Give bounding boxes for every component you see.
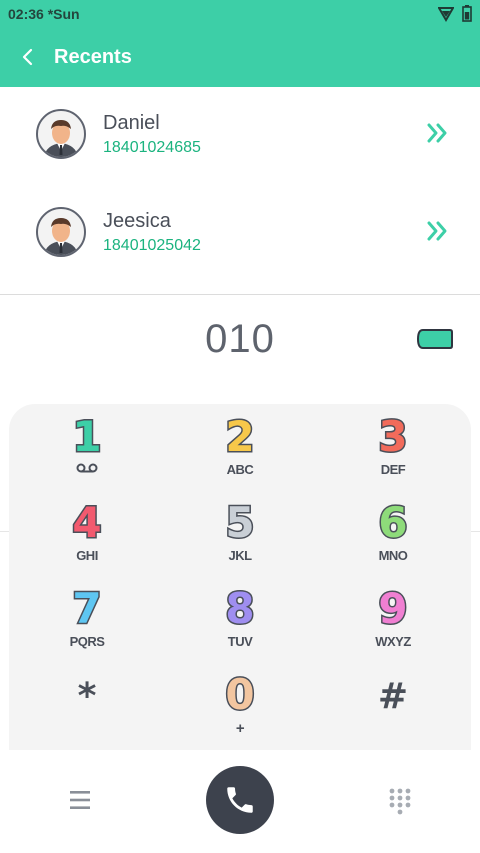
wifi-icon [438, 6, 454, 22]
key-digit: 5 [224, 498, 256, 547]
recents-list: Daniel 18401024685 Jeesica 18401025042 [0, 87, 480, 295]
recent-item[interactable]: Daniel 18401024685 [0, 87, 480, 185]
avatar [36, 207, 86, 257]
key-letters: MNO [378, 548, 408, 563]
key-0[interactable]: 0 + [180, 670, 300, 756]
key-letters: JKL [228, 548, 252, 563]
key-digit: # [377, 676, 409, 717]
key-star[interactable]: * [27, 674, 147, 758]
key-letters: WXYZ [375, 634, 411, 649]
status-bar: 02:36 *Sun [0, 0, 480, 28]
double-chevron-right-icon[interactable] [426, 122, 450, 144]
key-digit: 3 [377, 412, 409, 461]
key-digit: * [77, 676, 97, 717]
key-letters: DEF [380, 462, 406, 477]
key-1[interactable]: 1 [27, 412, 147, 498]
avatar [36, 109, 86, 159]
phone-icon [227, 787, 253, 813]
double-chevron-right-icon[interactable] [426, 220, 450, 242]
key-digit: 9 [377, 584, 409, 633]
key-letters: + [235, 720, 245, 737]
key-digit: 2 [224, 412, 256, 461]
backspace-icon[interactable] [417, 328, 453, 350]
key-letters: GHI [76, 548, 98, 563]
contact-name: Daniel [103, 112, 160, 134]
key-digit: 1 [71, 412, 103, 461]
contact-number: 18401025042 [103, 237, 201, 254]
battery-icon [462, 5, 472, 22]
dialpad-icon[interactable] [387, 787, 413, 815]
key-5[interactable]: 5 JKL [180, 498, 300, 584]
key-digit: 8 [224, 584, 256, 633]
key-letters: TUV [227, 634, 253, 649]
key-digit: 6 [377, 498, 409, 547]
voicemail-icon [76, 463, 98, 473]
key-letters: PQRS [69, 634, 105, 649]
entered-number: 010 [205, 317, 275, 361]
call-button[interactable] [206, 766, 274, 834]
key-6[interactable]: 6 MNO [333, 498, 453, 584]
page-title: Recents [54, 46, 132, 68]
back-button[interactable] [14, 42, 42, 72]
contact-name: Jeesica [103, 210, 171, 232]
key-4[interactable]: 4 GHI [27, 498, 147, 584]
menu-icon[interactable] [64, 788, 96, 812]
key-digit: 4 [71, 498, 103, 547]
key-digit: 0 [224, 670, 256, 719]
key-3[interactable]: 3 DEF [333, 412, 453, 498]
chevron-left-icon [22, 48, 33, 66]
key-8[interactable]: 8 TUV [180, 584, 300, 670]
key-digit: 7 [71, 584, 103, 633]
bottom-bar [0, 750, 480, 853]
key-hash[interactable]: # [333, 674, 453, 758]
dialer-display: 010 [0, 296, 480, 400]
status-time: 02:36 *Sun [8, 6, 80, 22]
recent-item[interactable]: Jeesica 18401025042 [0, 185, 480, 283]
key-2[interactable]: 2 ABC [180, 412, 300, 498]
key-letters: ABC [226, 462, 254, 477]
key-9[interactable]: 9 WXYZ [333, 584, 453, 670]
dialpad: 1 2 ABC 3 DEF 4 GHI 5 JKL 6 MNO 7 PQRS 8… [9, 404, 471, 750]
app-bar: Recents [0, 28, 480, 87]
key-7[interactable]: 7 PQRS [27, 584, 147, 670]
contact-number: 18401024685 [103, 139, 201, 156]
status-icons [438, 5, 472, 22]
